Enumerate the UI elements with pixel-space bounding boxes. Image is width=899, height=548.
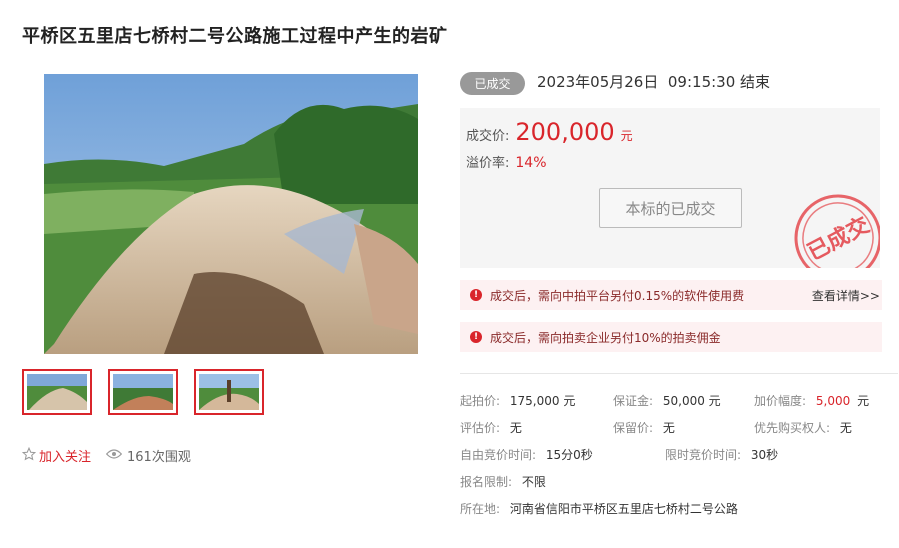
deposit: 保证金: 50,000 元 xyxy=(613,394,721,408)
view-count-label: 161次围观 xyxy=(127,450,191,465)
thumbnail-strip xyxy=(22,369,264,415)
exclamation-icon: ! xyxy=(470,331,482,343)
start-price: 起拍价: 175,000 元 xyxy=(460,394,576,408)
divider xyxy=(460,373,898,374)
price-panel: 成交价: 200,000 元 溢价率: 14% 本标的已成交 已成交 xyxy=(460,108,880,268)
thumbnail-3[interactable] xyxy=(194,369,264,415)
signup-limit: 报名限制: 不限 xyxy=(460,475,546,489)
appraisal-price: 评估价: 无 xyxy=(460,421,522,435)
location: 所在地: 河南省信阳市平桥区五里店七桥村二号公路 xyxy=(460,502,738,516)
status-badge: 已成交 xyxy=(460,72,525,95)
deal-price-row: 成交价: 200,000 元 xyxy=(466,118,633,146)
view-details-link[interactable]: 查看详情>> xyxy=(812,287,880,304)
follow-button[interactable]: 加入关注 xyxy=(21,446,92,465)
deal-price-label: 成交价: xyxy=(466,129,510,144)
reserve-price: 保留价: 无 xyxy=(613,421,675,435)
priority-buyer: 优先购买权人: 无 xyxy=(754,421,852,435)
page-title: 平桥区五里店七桥村二号公路施工过程中产生的岩矿 xyxy=(22,26,448,47)
sold-stamp: 已成交 xyxy=(790,190,880,268)
main-image[interactable] xyxy=(44,74,418,354)
end-time: 2023年05月26日 09:15:30 结束 xyxy=(537,73,771,91)
premium-rate-value: 14% xyxy=(515,155,547,171)
notice-software-fee: ! 成交后，需向中拍平台另付0.15%的软件使用费 查看详情>> xyxy=(460,280,882,310)
sold-button[interactable]: 本标的已成交 xyxy=(599,188,742,228)
follow-label: 加入关注 xyxy=(39,450,92,465)
thumbnail-1[interactable] xyxy=(22,369,92,415)
deal-price-value: 200,000 xyxy=(515,118,615,146)
bid-increment: 加价幅度: 5,000 元 xyxy=(754,394,870,408)
notice-text: 成交后，需向拍卖企业另付10%的拍卖佣金 xyxy=(490,330,721,345)
thumbnail-2[interactable] xyxy=(108,369,178,415)
eye-icon xyxy=(105,448,123,464)
premium-rate-row: 溢价率: 14% xyxy=(466,152,547,171)
notice-commission: ! 成交后，需向拍卖企业另付10%的拍卖佣金 xyxy=(460,322,882,352)
deal-price-unit: 元 xyxy=(620,129,633,143)
premium-rate-label: 溢价率: xyxy=(466,156,510,171)
stamp-text: 已成交 xyxy=(803,212,873,266)
notice-text: 成交后，需向中拍平台另付0.15%的软件使用费 xyxy=(490,288,745,303)
view-count: 161次围观 xyxy=(105,446,191,465)
limited-bid-time: 限时竞价时间: 30秒 xyxy=(665,448,779,462)
star-icon xyxy=(21,446,37,465)
exclamation-icon: ! xyxy=(470,289,482,301)
free-bid-time: 自由竞价时间: 15分0秒 xyxy=(460,448,593,462)
